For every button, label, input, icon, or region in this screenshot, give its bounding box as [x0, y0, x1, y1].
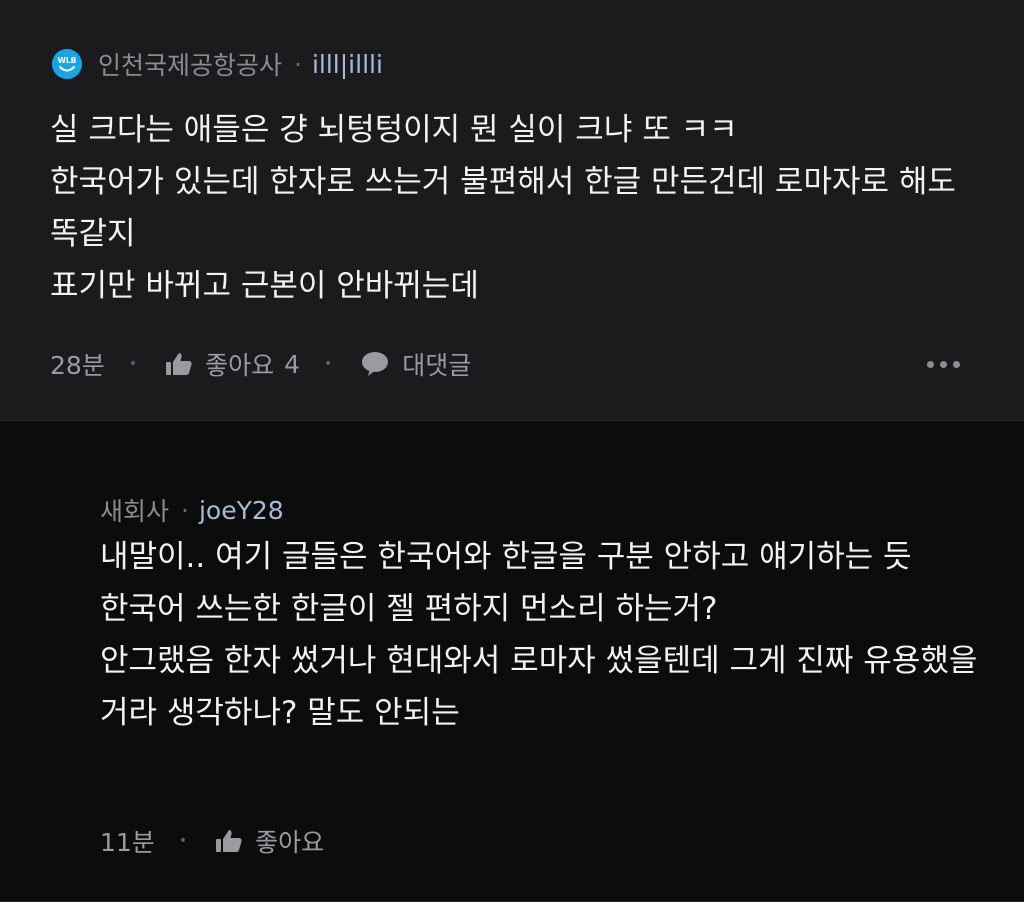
comment-thread: WLB 인천국제공항공사 · illl|illli 실 크다는 애들은 걍 뇌텅… [0, 0, 1024, 902]
timestamp: 11분 [100, 828, 155, 857]
company-name[interactable]: 인천국제공항공사 [98, 46, 282, 82]
timestamp: 28분 [50, 351, 105, 380]
thumbs-up-icon [165, 352, 193, 376]
thumbs-up-icon [215, 829, 243, 853]
username[interactable]: illl|illli [312, 50, 383, 79]
like-label: 좋아요 [255, 828, 325, 857]
footer-separator: • [178, 833, 188, 849]
more-horizontal-icon [953, 360, 960, 368]
more-horizontal-icon [940, 360, 947, 368]
footer-separator: • [128, 356, 138, 372]
more-horizontal-icon [927, 360, 934, 368]
comment-header: WLB 인천국제공항공사 · illl|illli [52, 44, 383, 84]
reply-label: 대댓글 [402, 351, 472, 380]
like-count: 4 [284, 349, 300, 379]
speech-bubble-icon [360, 351, 390, 377]
wlb-logo-icon: WLB [52, 49, 82, 79]
reply-footer: 11분 • 좋아요 [100, 821, 960, 861]
username[interactable]: joeY28 [199, 496, 284, 525]
comment: WLB 인천국제공항공사 · illl|illli 실 크다는 애들은 걍 뇌텅… [0, 0, 1024, 420]
like-button[interactable]: 좋아요 4 [165, 346, 300, 382]
like-label: 좋아요 [205, 351, 275, 380]
logo-text: WLB [58, 56, 77, 65]
reply-button[interactable]: 대댓글 [360, 346, 471, 382]
header-separator: · [294, 49, 302, 79]
like-button[interactable]: 좋아요 [215, 823, 324, 859]
comment-body: 실 크다는 애들은 걍 뇌텅텅이지 뭔 실이 크냐 또 ㅋㅋ 한국어가 있는데 … [50, 112, 956, 304]
reply-header: 새회사 · joeY28 [100, 490, 284, 530]
reply-body: 내말이.. 여기 글들은 한국어와 한글을 구분 안하고 얘기하는 듯 한국어 … [100, 539, 978, 731]
company-name[interactable]: 새회사 [100, 492, 169, 528]
comment-footer: 28분 • 좋아요 4 • 대댓글 [50, 344, 960, 384]
footer-separator: • [324, 356, 333, 372]
header-separator: · [181, 495, 189, 525]
reply: 새회사 · joeY28 내말이.. 여기 글들은 한국어와 한글을 구분 안하… [0, 421, 1024, 902]
more-options-button[interactable] [927, 360, 960, 368]
